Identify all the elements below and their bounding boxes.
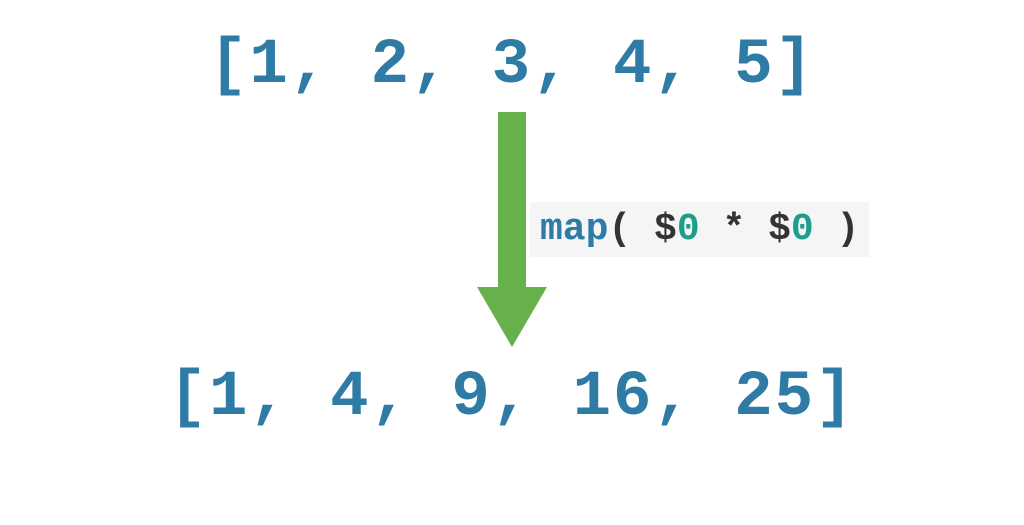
open-paren: ( [608, 208, 654, 251]
zero-2: 0 [791, 208, 814, 251]
multiply-operator: * [722, 208, 745, 251]
dollar-1: $ [654, 208, 677, 251]
zero-1: 0 [677, 208, 700, 251]
input-array: [1, 2, 3, 4, 5] [209, 30, 815, 102]
space-2 [745, 208, 768, 251]
map-expression-label: map( $0 * $0 ) [530, 202, 869, 257]
arrow-section: map( $0 * $0 ) [0, 102, 1024, 362]
dollar-2: $ [768, 208, 791, 251]
output-array: [1, 4, 9, 16, 25] [169, 362, 856, 434]
space-1 [700, 208, 723, 251]
map-function-name: map [540, 208, 608, 251]
close-paren: ) [814, 208, 860, 251]
